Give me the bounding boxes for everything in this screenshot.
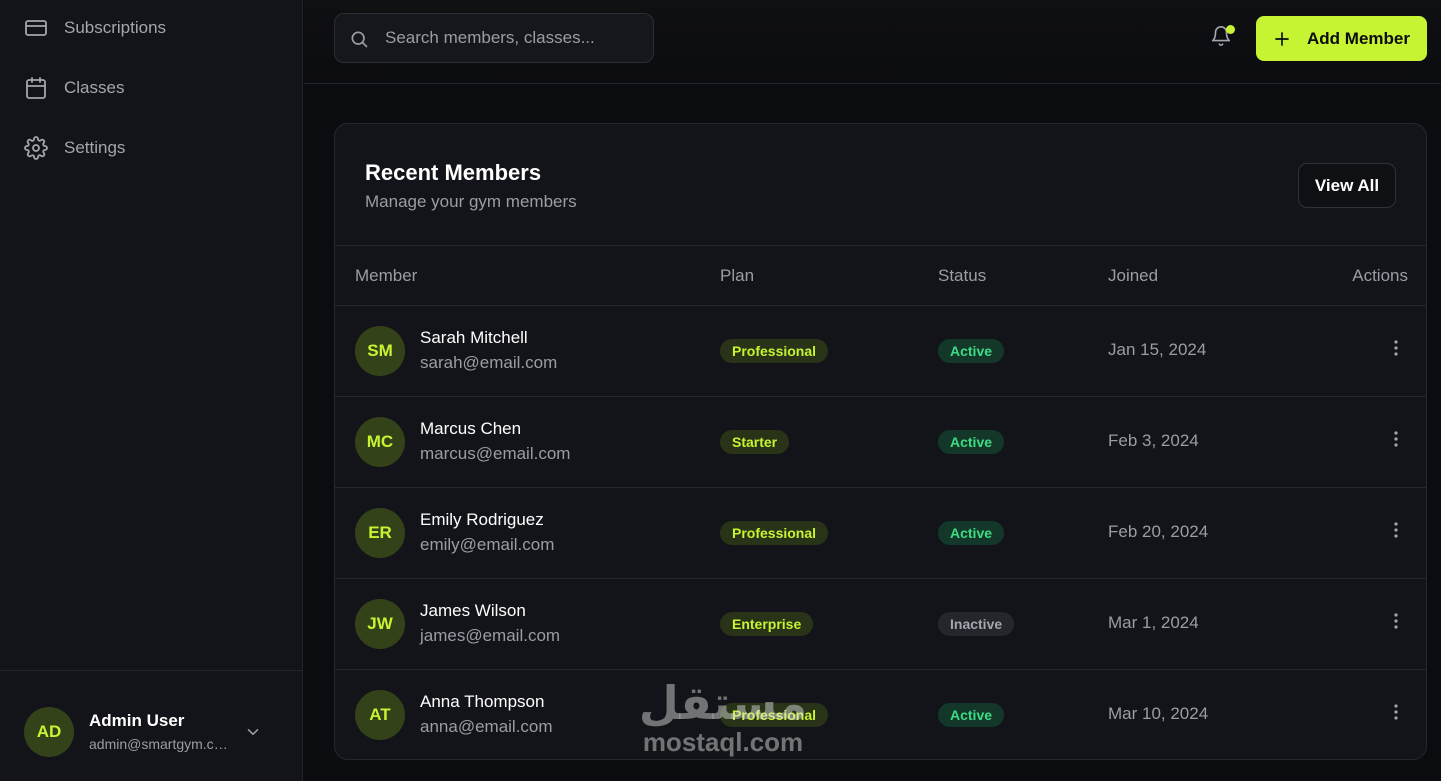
plan-badge: Starter [720, 430, 790, 454]
status-badge: Active [938, 703, 1005, 727]
table-row[interactable]: JW James Wilson james@email.com Enterpri… [335, 579, 1426, 670]
sidebar-item-classes[interactable]: Classes [0, 66, 303, 110]
member-email: marcus@email.com [420, 444, 571, 463]
member-name: Marcus Chen [420, 419, 522, 438]
status-badge: Active [938, 430, 1005, 454]
column-header-actions: Actions [1352, 266, 1408, 285]
sidebar-item-subscriptions[interactable]: Subscriptions [0, 6, 303, 50]
user-email: admin@smartgym.com [89, 736, 229, 752]
recent-members-card: Recent Members Manage your gym members V… [334, 123, 1427, 760]
search-box[interactable] [334, 13, 654, 63]
joined-date: Feb 3, 2024 [1108, 431, 1199, 450]
table-header: Member Plan Status Joined Actions [335, 245, 1426, 306]
plus-icon [1275, 31, 1289, 46]
joined-date: Feb 20, 2024 [1108, 522, 1209, 541]
more-vertical-icon [1394, 522, 1398, 538]
chevron-down-icon[interactable] [244, 723, 262, 741]
member-name: Emily Rodriguez [420, 510, 544, 529]
row-actions-button[interactable] [1387, 610, 1405, 632]
table-row[interactable]: ER Emily Rodriguez emily@email.com Profe… [335, 488, 1426, 579]
member-name: Anna Thompson [420, 692, 545, 711]
more-vertical-icon [1394, 431, 1398, 447]
sidebar-item-label: Settings [64, 138, 126, 157]
column-header-member: Member [355, 266, 418, 285]
notifications-button[interactable] [1210, 25, 1236, 51]
gear-icon [24, 136, 48, 160]
member-name: Sarah Mitchell [420, 328, 528, 347]
plan-badge: Professional [720, 339, 829, 363]
joined-date: Mar 1, 2024 [1108, 613, 1199, 632]
member-email: sarah@email.com [420, 353, 558, 372]
member-email: james@email.com [420, 626, 561, 645]
card-subtitle: Manage your gym members [365, 192, 577, 211]
avatar: AT [355, 690, 405, 740]
add-member-button[interactable]: Add Member [1256, 16, 1427, 61]
member-name: James Wilson [420, 601, 526, 620]
more-vertical-icon [1394, 340, 1398, 356]
plan-badge: Professional [720, 521, 829, 545]
column-header-status: Status [938, 266, 987, 285]
row-actions-button[interactable] [1387, 701, 1405, 723]
plan-badge: Professional [720, 703, 829, 727]
more-vertical-icon [1394, 613, 1398, 629]
row-actions-button[interactable] [1387, 519, 1405, 541]
sidebar-item-label: Subscriptions [64, 18, 167, 37]
top-bar: Add Member [304, 0, 1441, 84]
notification-dot [1226, 25, 1235, 34]
plan-badge: Enterprise [720, 612, 814, 636]
column-header-joined: Joined [1108, 266, 1159, 285]
row-actions-button[interactable] [1387, 337, 1405, 359]
joined-date: Mar 10, 2024 [1108, 704, 1209, 723]
sidebar-item-label: Classes [64, 78, 125, 97]
status-badge: Active [938, 521, 1005, 545]
avatar: JW [355, 599, 405, 649]
member-email: emily@email.com [420, 535, 555, 554]
status-badge: Active [938, 339, 1005, 363]
table-row[interactable]: MC Marcus Chen marcus@email.com Starter … [335, 397, 1426, 488]
calendar-icon [26, 77, 46, 99]
member-email: anna@email.com [420, 717, 553, 736]
avatar: MC [355, 417, 405, 467]
avatar: AD [24, 707, 74, 757]
table-row[interactable]: AT Anna Thompson anna@email.com Professi… [335, 670, 1426, 759]
joined-date: Jan 15, 2024 [1108, 340, 1207, 359]
column-header-plan: Plan [720, 266, 755, 285]
avatar: ER [355, 508, 405, 558]
card-title: Recent Members [365, 160, 542, 185]
credit-card-icon [25, 20, 47, 36]
user-profile-menu[interactable]: AD Admin User admin@smartgym.com [0, 670, 303, 781]
view-all-button[interactable]: View All [1298, 163, 1396, 208]
avatar: SM [355, 326, 405, 376]
user-name: Admin User [89, 711, 185, 730]
sidebar: Subscriptions Classes Settings AD Admin … [0, 0, 303, 781]
more-vertical-icon [1394, 704, 1398, 720]
add-member-label: Add Member [1307, 28, 1410, 48]
row-actions-button[interactable] [1387, 428, 1405, 450]
table-row[interactable]: SM Sarah Mitchell sarah@email.com Profes… [335, 306, 1426, 397]
search-input[interactable] [385, 14, 645, 62]
status-badge: Inactive [938, 612, 1015, 636]
search-icon [351, 31, 368, 48]
sidebar-item-settings[interactable]: Settings [0, 126, 303, 170]
